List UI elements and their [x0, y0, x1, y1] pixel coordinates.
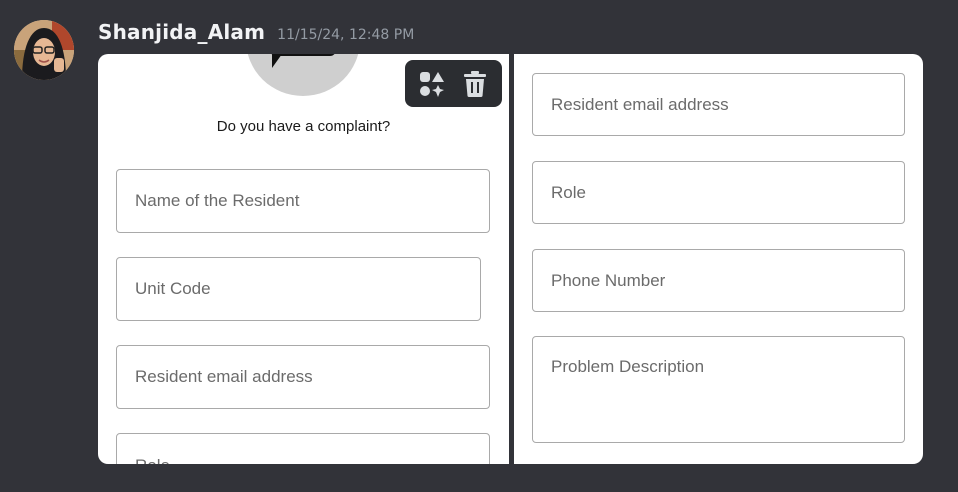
attachment-toolbar [405, 60, 502, 107]
resident-email-field: Resident email address [116, 345, 490, 409]
shapes-icon [420, 71, 445, 97]
username[interactable]: Shanjida_Alam [98, 20, 265, 44]
image-attachment-right[interactable]: Resident email address Role Phone Number… [514, 54, 923, 464]
phone-number-field: Phone Number [532, 249, 905, 312]
complaint-icon [246, 54, 360, 96]
resident-name-field: Name of the Resident [116, 169, 490, 233]
problem-description-field: Problem Description [532, 336, 905, 443]
role-field: Role [116, 433, 490, 464]
unit-code-field: Unit Code [116, 257, 481, 321]
message-header: Shanjida_Alam 11/15/24, 12:48 PM [98, 20, 414, 44]
timestamp[interactable]: 11/15/24, 12:48 PM [277, 27, 414, 43]
chat-bubble-tail [272, 54, 288, 68]
delete-button[interactable] [457, 66, 493, 102]
image-attachment-left[interactable]: Do you have a complaint? Name of the Res… [98, 54, 509, 464]
chat-message: Shanjida_Alam 11/15/24, 12:48 PM Do you … [0, 0, 958, 492]
complaint-title: Do you have a complaint? [216, 118, 391, 135]
resident-email-field: Resident email address [532, 73, 905, 136]
avatar[interactable] [14, 20, 74, 80]
role-field: Role [532, 161, 905, 224]
shapes-button[interactable] [414, 66, 450, 102]
trash-icon [463, 70, 486, 97]
